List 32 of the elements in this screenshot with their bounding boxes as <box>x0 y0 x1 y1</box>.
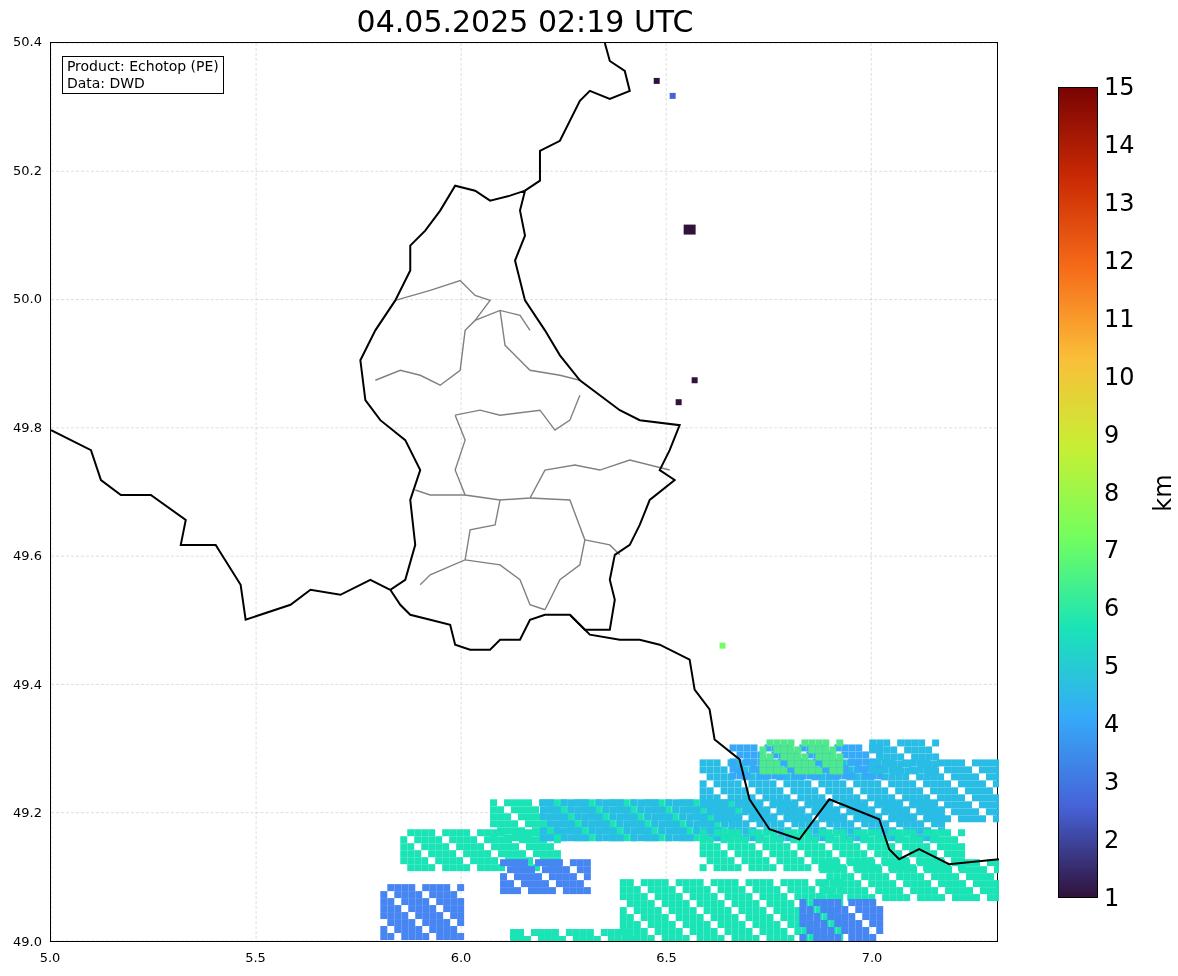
x-tick-label: 7.0 <box>860 949 884 967</box>
y-tick-label: 50.4 <box>12 35 42 49</box>
y-tick-label: 49.0 <box>12 935 42 949</box>
colorbar-tick-label: 10 <box>1104 363 1135 390</box>
colorbar-tick-label: 3 <box>1104 769 1120 796</box>
y-tick-label: 49.6 <box>12 549 42 564</box>
colorbar-tick-label: 7 <box>1104 537 1120 564</box>
colorbar-tick-label: 6 <box>1104 595 1120 622</box>
y-tick-label: 49.4 <box>12 677 42 692</box>
colorbar-tick-label: 9 <box>1104 421 1120 448</box>
y-tick-label: 49.2 <box>12 806 42 821</box>
x-tick-label: 6.0 <box>449 949 473 967</box>
colorbar-tick-label: 1 <box>1104 885 1120 911</box>
colorbar-tick-label: 8 <box>1104 479 1120 506</box>
x-tick-label: 5.0 <box>38 949 62 967</box>
colorbar-tick-label: 5 <box>1104 653 1120 680</box>
colorbar-tick-label: 14 <box>1104 131 1135 158</box>
colorbar-tick-label: 4 <box>1104 711 1120 738</box>
x-tick-label: 6.5 <box>655 949 678 967</box>
colorbar-tick-label: 15 <box>1104 74 1135 100</box>
colorbar-tick-label: 11 <box>1104 305 1135 332</box>
colorbar-tick-label: 12 <box>1104 247 1135 274</box>
info-text: Data: DWD <box>66 75 146 92</box>
y-tick-label: 50.0 <box>12 292 42 307</box>
colorbar-tick-label: 13 <box>1104 189 1135 216</box>
chart-title: 04.05.2025 02:19 UTC <box>356 3 694 41</box>
y-tick-label: 50.2 <box>12 163 42 178</box>
x-tick-label: 5.5 <box>244 949 267 967</box>
colorbar-tick-label: 2 <box>1104 827 1120 854</box>
colorbar-label: km <box>1148 473 1178 512</box>
info-text: Product: Echotop (PE) <box>66 58 219 75</box>
y-tick-label: 49.8 <box>12 420 42 435</box>
